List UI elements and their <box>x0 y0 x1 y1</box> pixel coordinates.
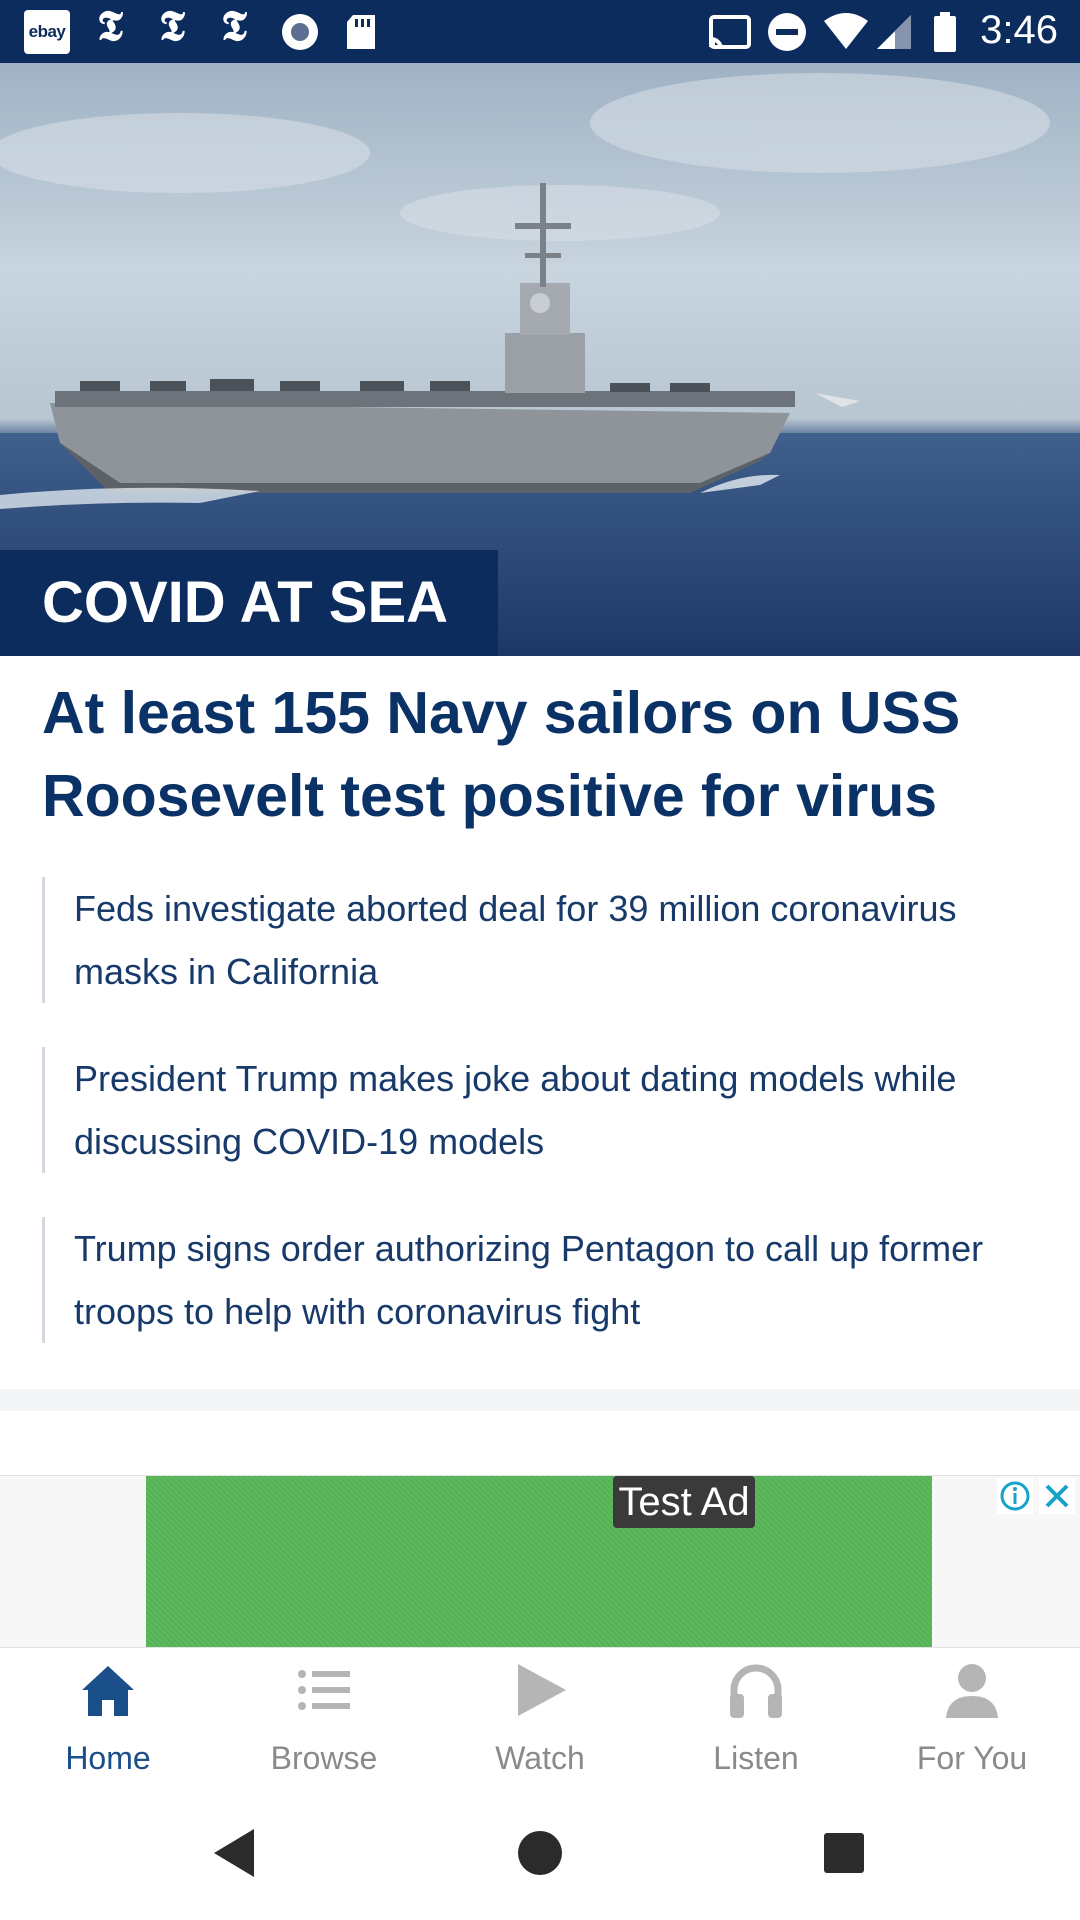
nav-listen[interactable]: Listen <box>648 1648 864 1794</box>
sd-card-icon <box>344 12 378 52</box>
headline[interactable]: At least 155 Navy sailors on USS Rooseve… <box>42 672 1042 838</box>
related-stories: Feds investigate aborted deal for 39 mil… <box>42 877 1032 1387</box>
wifi-icon <box>822 12 870 52</box>
section-divider <box>0 1389 1080 1411</box>
home-button-icon[interactable] <box>510 1823 570 1883</box>
nav-home[interactable]: Home <box>0 1648 216 1794</box>
ad-container: Test Ad <box>0 1475 1080 1648</box>
battery-icon <box>932 12 958 52</box>
nav-watch[interactable]: Watch <box>432 1648 648 1794</box>
nav-label: Watch <box>495 1740 585 1776</box>
nyt-icon: 𝕿 <box>221 1 247 50</box>
nav-label: For You <box>916 1740 1028 1776</box>
status-bar: ebay 𝕿 𝕿 𝕿 3:46 <box>0 0 1080 63</box>
nav-for-you[interactable]: For You <box>864 1648 1080 1794</box>
ad-banner[interactable]: Test Ad <box>146 1476 1075 1648</box>
ad-info-icon[interactable] <box>997 1478 1033 1514</box>
related-story-link[interactable]: President Trump makes joke about dating … <box>42 1047 1032 1173</box>
nav-label: Browse <box>270 1740 378 1776</box>
nav-browse[interactable]: Browse <box>216 1648 432 1794</box>
home-icon <box>82 1666 134 1716</box>
nyt-icon: 𝕿 <box>159 1 185 50</box>
status-time: 3:46 <box>980 8 1058 52</box>
ad-label: Test Ad <box>613 1476 755 1528</box>
nyt-icon: 𝕿 <box>97 1 123 50</box>
bottom-nav: Home Browse Watch Listen For You <box>0 1647 1080 1794</box>
nav-label: Home <box>65 1740 151 1776</box>
nav-label: Listen <box>713 1740 799 1776</box>
ebay-icon: ebay <box>24 10 70 54</box>
system-nav-bar <box>0 1793 1080 1920</box>
related-story-link[interactable]: Feds investigate aborted deal for 39 mil… <box>42 877 1032 1003</box>
related-story-link[interactable]: Trump signs order authorizing Pentagon t… <box>42 1217 1032 1343</box>
record-icon <box>278 12 322 52</box>
do-not-disturb-icon <box>766 12 808 52</box>
recents-icon[interactable] <box>814 1823 874 1883</box>
back-icon[interactable] <box>206 1823 266 1883</box>
cast-icon <box>706 12 754 52</box>
section-kicker[interactable]: COVID AT SEA <box>0 550 498 656</box>
list-icon <box>298 1670 350 1710</box>
ad-close-icon[interactable] <box>1039 1478 1075 1514</box>
signal-icon <box>874 12 914 52</box>
person-icon <box>946 1664 998 1718</box>
headphones-icon <box>730 1664 782 1718</box>
ebay-icon-label: ebay <box>28 22 66 41</box>
play-icon <box>518 1664 566 1716</box>
